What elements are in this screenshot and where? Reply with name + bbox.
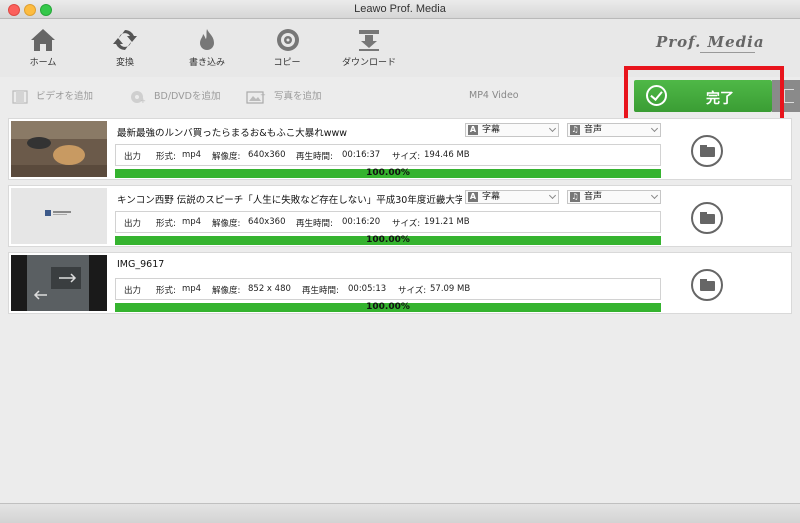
toolbar-download-button[interactable]: ダウンロード (334, 27, 404, 68)
resolution-value: 640x360 (248, 217, 286, 227)
file-row: 最新最強のルンバ買ったらまるお&もふこ大暴れwww A 字幕 ♫ 音声 出力 形… (8, 118, 792, 180)
toolbar-copy-label: コピー (273, 58, 301, 68)
output-label: 出力 (124, 286, 142, 296)
burn-icon (200, 29, 214, 50)
file-title: 最新最強のルンバ買ったらまるお&もふこ大暴れwww (117, 128, 348, 139)
duration-label: 再生時間: (296, 219, 333, 229)
add-bd-dvd-label: BD/DVDを追加 (154, 91, 221, 102)
toolbar-convert-button[interactable]: 変換 (90, 27, 160, 68)
film-icon (12, 89, 28, 104)
audio-select[interactable]: ♫ 音声 (567, 190, 661, 204)
progress-bar: 100.00% (115, 236, 661, 245)
size-value: 191.21 MB (424, 217, 470, 227)
file-row: キンコン西野 伝説のスピーチ「人生に失敗など存在しない」平成30年度近畿大学卒…… (8, 185, 792, 247)
svg-text:+: + (140, 97, 146, 104)
output-info: 出力 形式: mp4 解像度: 640x360 再生時間: 00:16:20 サ… (115, 211, 661, 233)
resolution-value: 852 x 480 (248, 284, 291, 294)
chevron-down-icon (548, 191, 557, 200)
format-label: 形式: (156, 152, 176, 162)
title-bar: Leawo Prof. Media (0, 0, 800, 19)
size-label: サイズ: (392, 152, 421, 162)
open-folder-button[interactable] (691, 135, 723, 167)
audio-select-label: 音声 (584, 192, 603, 202)
download-icon (359, 30, 379, 51)
brand-logo: Prof. Media (656, 33, 765, 51)
format-value: mp4 (182, 284, 202, 294)
svg-text:+: + (260, 91, 266, 99)
output-info: 出力 形式: mp4 解像度: 852 x 480 再生時間: 00:05:13… (115, 278, 661, 300)
photo-add-icon: + (246, 91, 266, 104)
chevron-down-icon (650, 191, 659, 200)
video-thumbnail[interactable] (11, 121, 107, 177)
subtitle-select-label: 字幕 (482, 192, 501, 202)
file-title: キンコン西野 伝説のスピーチ「人生に失敗など存在しない」平成30年度近畿大学卒… (117, 195, 462, 206)
resolution-label: 解像度: (212, 152, 241, 162)
add-photo-button[interactable]: + 写真を追加 (246, 88, 322, 104)
home-icon (31, 29, 55, 51)
size-value: 194.46 MB (424, 150, 470, 160)
window-title: Leawo Prof. Media (354, 3, 446, 15)
resolution-value: 640x360 (248, 150, 286, 160)
duration-value: 00:05:13 (348, 284, 387, 294)
size-label: サイズ: (392, 219, 421, 229)
file-row: IMG_9617 出力 形式: mp4 解像度: 852 x 480 再生時間:… (8, 252, 792, 314)
format-label: 形式: (156, 219, 176, 229)
audio-select[interactable]: ♫ 音声 (567, 123, 661, 137)
output-label: 出力 (124, 219, 142, 229)
format-value: mp4 (182, 217, 202, 227)
audio-select-label: 音声 (584, 125, 603, 135)
output-format-label[interactable]: MP4 Video (469, 90, 519, 101)
subtitle-select[interactable]: A 字幕 (465, 123, 559, 137)
size-label: サイズ: (398, 286, 427, 296)
duration-label: 再生時間: (296, 152, 333, 162)
brand-underline (700, 52, 755, 53)
progress-bar: 100.00% (115, 303, 661, 312)
subtitle-icon: A (468, 125, 478, 135)
chevron-down-icon (650, 124, 659, 133)
toolbar-burn-label: 書き込み (188, 58, 225, 68)
convert-icon (113, 30, 137, 50)
copy-disc-icon (277, 29, 299, 51)
add-video-label: ビデオを追加 (36, 91, 94, 102)
duration-value: 00:16:37 (342, 150, 381, 160)
resolution-label: 解像度: (212, 219, 241, 229)
status-bar (0, 503, 800, 523)
video-thumbnail[interactable] (11, 255, 107, 311)
resolution-label: 解像度: (212, 286, 241, 296)
format-label: 形式: (156, 286, 176, 296)
duration-value: 00:16:20 (342, 217, 381, 227)
video-thumbnail[interactable] (11, 188, 107, 244)
add-bd-dvd-button[interactable]: + BD/DVDを追加 (130, 88, 221, 104)
add-photo-label: 写真を追加 (274, 91, 322, 102)
format-value: mp4 (182, 150, 202, 160)
output-label: 出力 (124, 152, 142, 162)
progress-bar: 100.00% (115, 169, 661, 178)
duration-label: 再生時間: (302, 286, 339, 296)
toolbar-home-button[interactable]: ホーム (8, 27, 78, 68)
add-video-button[interactable]: ビデオを追加 (12, 88, 93, 104)
open-folder-button[interactable] (691, 269, 723, 301)
subtitle-select-label: 字幕 (482, 125, 501, 135)
toolbar-convert-label: 変換 (115, 58, 134, 68)
subtitle-icon: A (468, 192, 478, 202)
toolbar-burn-button[interactable]: 書き込み (172, 27, 242, 68)
subtitle-select[interactable]: A 字幕 (465, 190, 559, 204)
disc-add-icon: + (131, 90, 146, 104)
toolbar-home-label: ホーム (29, 58, 57, 68)
file-title: IMG_9617 (117, 259, 165, 270)
music-note-icon: ♫ (570, 192, 580, 202)
toolbar-copy-button[interactable]: コピー (252, 27, 322, 68)
chevron-down-icon (548, 124, 557, 133)
output-info: 出力 形式: mp4 解像度: 640x360 再生時間: 00:16:37 サ… (115, 144, 661, 166)
size-value: 57.09 MB (430, 284, 471, 294)
open-folder-button[interactable] (691, 202, 723, 234)
toolbar-download-label: ダウンロード (341, 58, 396, 68)
highlight-box (624, 66, 784, 126)
music-note-icon: ♫ (570, 125, 580, 135)
